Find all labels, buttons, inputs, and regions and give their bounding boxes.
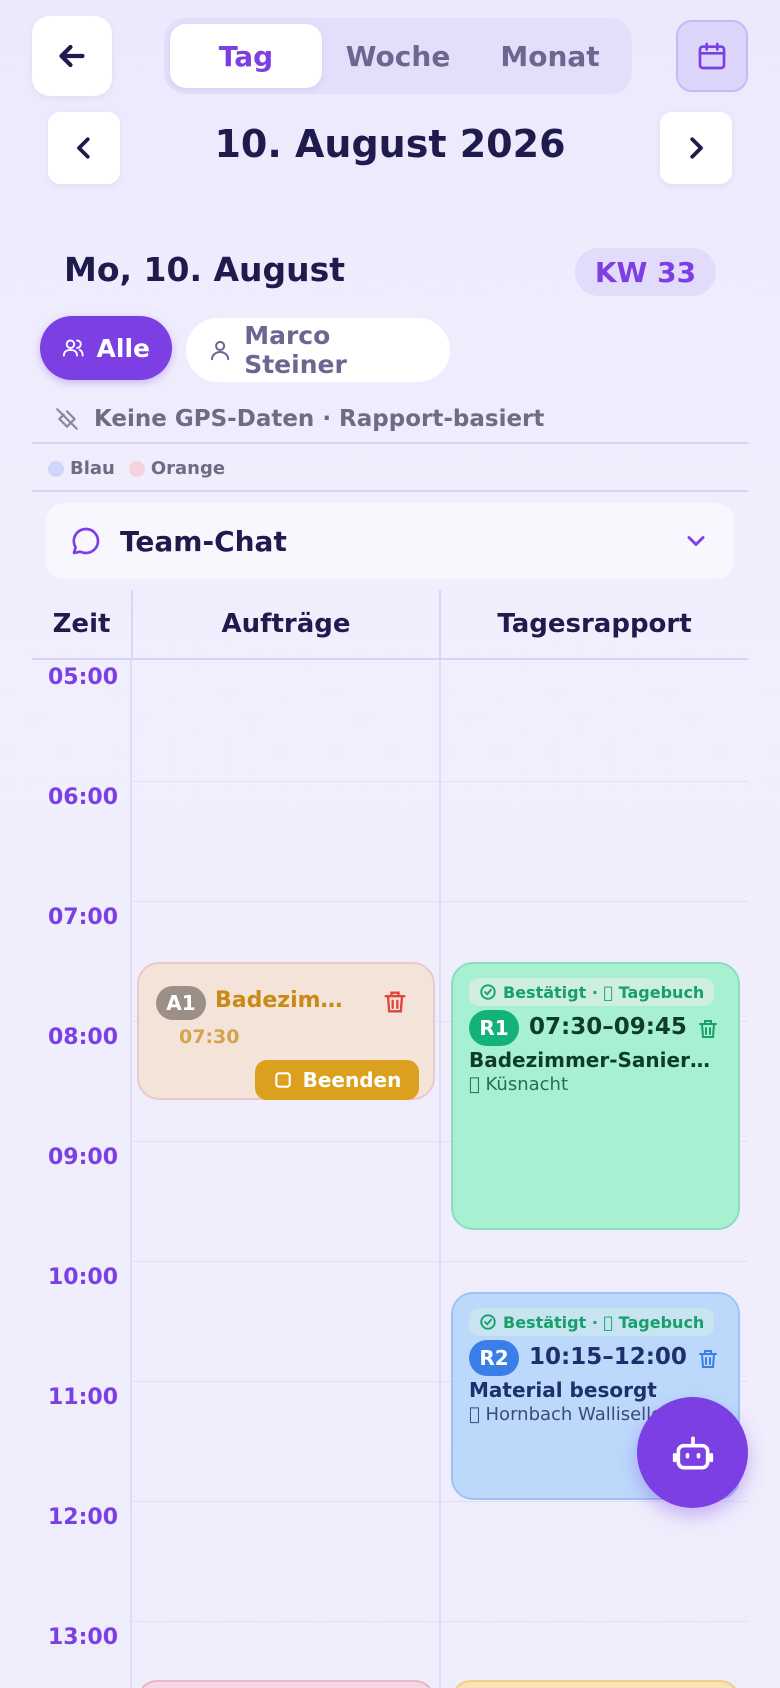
calendar-button[interactable] (676, 20, 748, 92)
time-label: 08:00 (48, 1025, 119, 1050)
arrow-left-icon (59, 44, 85, 68)
order-title: Badezim… (215, 988, 343, 1013)
week-badge: KW 33 (575, 248, 716, 296)
filter-user-chip[interactable]: Marco Steiner (186, 318, 450, 382)
report-time: 07:30–09:45 (529, 1014, 687, 1040)
robot-icon (672, 1436, 713, 1469)
user-icon (211, 340, 230, 361)
chevron-left-icon (77, 137, 90, 159)
finish-button-label: Beenden (302, 1068, 402, 1092)
grid-hour-line (131, 781, 748, 782)
report-card[interactable]: Bestätigt · 󰁏 Tagebuch R1 07:30–09:45 Ba… (451, 962, 740, 1230)
status-badge: Bestätigt · 󰁏 Tagebuch (469, 1308, 715, 1336)
tab-tag[interactable]: Tag (170, 24, 322, 88)
back-button[interactable] (32, 16, 112, 96)
time-label: 09:00 (48, 1145, 119, 1170)
report-location: 󰍎 Hornbach Wallisellen (469, 1404, 674, 1425)
chevron-down-icon (687, 536, 705, 546)
trash-icon[interactable] (696, 1347, 720, 1371)
report-location: 󰍎 Küsnacht (469, 1074, 569, 1095)
legend: Blau Orange (32, 446, 748, 492)
trash-icon[interactable] (381, 988, 409, 1016)
filter-all-label: Alle (96, 333, 150, 363)
check-circle-icon (480, 1314, 496, 1330)
legend-item-orange: Orange (128, 457, 226, 479)
report-title: Material besorgt (469, 1378, 657, 1402)
legend-label: Blau (70, 457, 115, 479)
time-label: 13:00 (48, 1625, 119, 1650)
gps-notice: Keine GPS-Daten · Rapport-basiert (32, 396, 748, 444)
grid-hour-line (131, 1501, 748, 1502)
date-title: 10. August 2026 (214, 122, 566, 166)
check-circle-icon (480, 984, 496, 1000)
column-reports: Tagesrapport (439, 590, 748, 658)
status-text: Bestätigt · 󰁏 Tagebuch (503, 982, 705, 1002)
tab-monat[interactable]: Monat (474, 24, 626, 88)
tab-woche[interactable]: Woche (322, 24, 474, 88)
schedule-header: Zeit Aufträge Tagesrapport (32, 590, 748, 660)
finish-button[interactable]: Beenden (255, 1060, 419, 1100)
status-text: Bestätigt · 󰁏 Tagebuch (503, 1312, 705, 1332)
prev-day-button[interactable] (48, 112, 120, 184)
next-day-button[interactable] (660, 112, 732, 184)
filter-all-chip[interactable]: Alle (40, 316, 172, 380)
legend-dot (128, 460, 145, 477)
grid-hour-line (131, 1261, 748, 1262)
team-chat-title: Team-Chat (120, 524, 287, 558)
grid-divider (130, 660, 132, 1688)
team-chat-toggle[interactable]: Team-Chat (46, 503, 734, 579)
column-orders: Aufträge (131, 590, 439, 658)
order-badge: A1 (156, 986, 206, 1020)
trash-icon[interactable] (696, 1017, 720, 1041)
grid-divider (439, 660, 441, 1688)
calendar-icon (698, 42, 726, 70)
time-label: 07:00 (48, 905, 119, 930)
time-label: 10:00 (48, 1265, 119, 1290)
assistant-fab[interactable] (637, 1397, 748, 1508)
report-card-peek[interactable] (451, 1680, 740, 1688)
time-label: 06:00 (48, 785, 119, 810)
legend-label: Orange (150, 457, 226, 479)
time-label: 11:00 (48, 1385, 119, 1410)
order-time: 07:30 (179, 1026, 240, 1048)
report-title: Badezimmer-Sanier… (469, 1048, 710, 1072)
time-label: 05:00 (48, 665, 119, 690)
order-card-peek[interactable] (137, 1680, 435, 1688)
order-card[interactable]: A1 Badezim… 07:30 Beenden (137, 962, 435, 1100)
column-time: Zeit (52, 609, 111, 639)
chevron-right-icon (690, 137, 703, 159)
report-badge: R2 (469, 1340, 519, 1376)
legend-item-blau: Blau (48, 458, 115, 479)
users-icon (62, 339, 84, 357)
status-badge: Bestätigt · 󰁏 Tagebuch (469, 978, 715, 1006)
day-title: Mo, 10. August (64, 250, 346, 289)
checkbox-icon (274, 1072, 291, 1088)
report-badge: R1 (469, 1010, 519, 1046)
gps-off-icon (56, 408, 78, 430)
time-label: 12:00 (48, 1505, 119, 1530)
view-switcher: Tag Woche Monat (164, 18, 632, 94)
chat-bubble-icon (72, 527, 100, 555)
filter-user-label: Marco Steiner (244, 321, 347, 379)
gps-notice-text: Keine GPS-Daten · Rapport-basiert (94, 406, 545, 432)
grid-hour-line (131, 901, 748, 902)
report-time: 10:15–12:00 (529, 1344, 687, 1370)
legend-dot (48, 460, 64, 477)
grid-hour-line (131, 1621, 748, 1622)
